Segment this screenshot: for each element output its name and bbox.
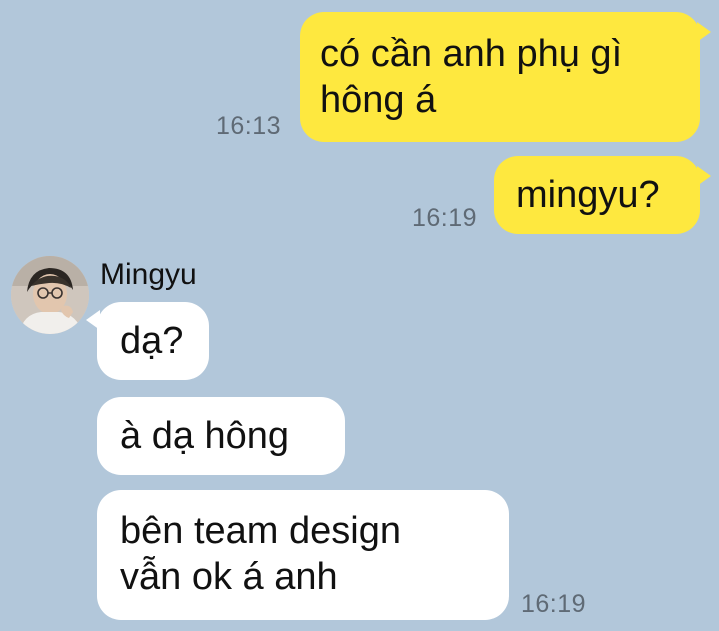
chat-window: 16:13 có cần anh phụ gì hông á 16:19 min… [0,0,719,631]
incoming-message-bubble[interactable]: à dạ hông [97,397,345,475]
message-timestamp: 16:19 [412,204,478,232]
message-timestamp: 16:19 [521,590,587,618]
outgoing-message-bubble[interactable]: có cần anh phụ gì hông á [300,12,700,142]
user-avatar-photo-icon [11,256,89,334]
bubble-tail [697,166,711,186]
message-timestamp: 16:13 [216,112,282,140]
incoming-message-bubble[interactable]: dạ? [97,302,209,380]
contact-name: Mingyu [100,258,197,291]
contact-avatar[interactable] [11,256,89,334]
incoming-message-bubble[interactable]: bên team design vẫn ok á anh [97,490,509,620]
outgoing-message-bubble[interactable]: mingyu? [494,156,700,234]
bubble-tail [697,22,711,42]
